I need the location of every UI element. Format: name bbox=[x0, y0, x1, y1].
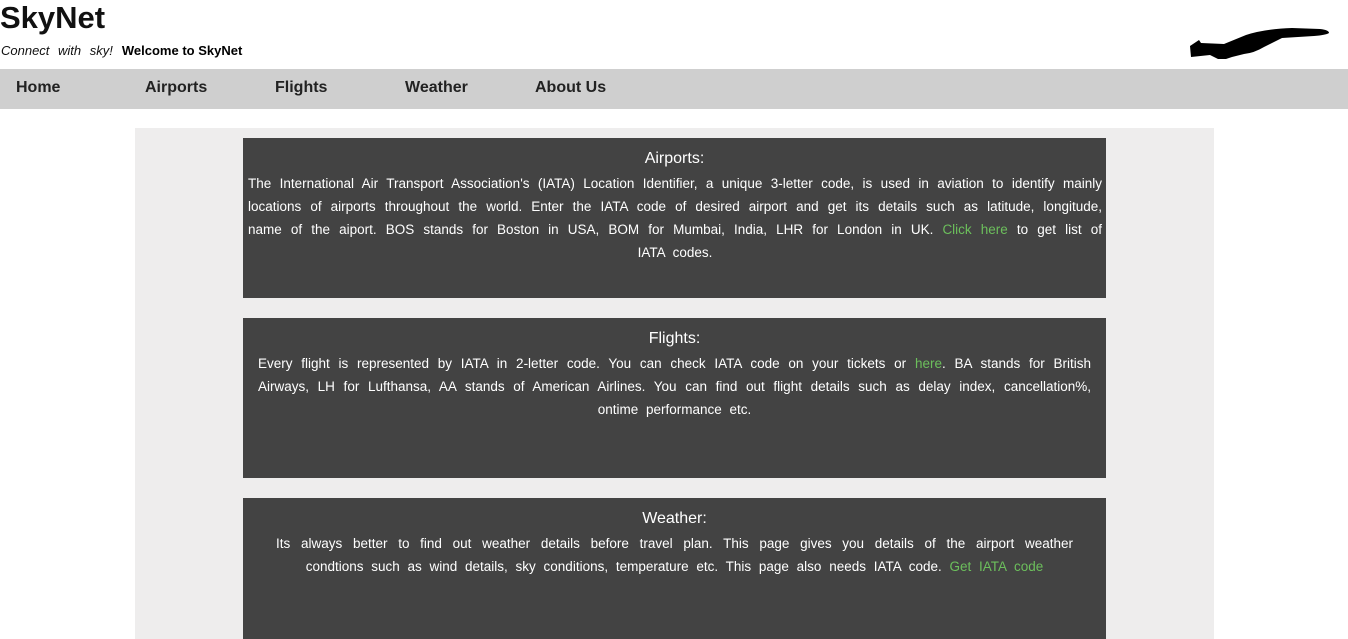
flights-description: Every flight is represented by IATA in 2… bbox=[258, 356, 915, 371]
airplane-icon bbox=[1190, 28, 1329, 59]
site-title: SkyNet bbox=[0, 0, 106, 35]
airports-card-text: The International Air Transport Associat… bbox=[243, 172, 1106, 264]
tagline: Connect with sky! bbox=[1, 43, 113, 58]
site-header: SkyNet Connect with sky! Welcome to SkyNe… bbox=[0, 0, 1348, 69]
flights-card-text: Every flight is represented by IATA in 2… bbox=[243, 352, 1106, 421]
weather-card: Weather: Its always better to find out w… bbox=[243, 498, 1106, 639]
airline-codes-link[interactable]: here bbox=[915, 356, 942, 371]
iata-list-link[interactable]: Click here bbox=[942, 222, 1007, 237]
main-nav: Home Airports Flights Weather About Us bbox=[0, 69, 1348, 109]
nav-weather[interactable]: Weather bbox=[405, 79, 468, 97]
welcome-message: Welcome to SkyNet bbox=[121, 43, 243, 58]
flights-card-title: Flights: bbox=[648, 330, 701, 347]
tagline-row: Connect with sky! Welcome to SkyNet bbox=[1, 43, 242, 59]
airports-card: Airports: The International Air Transpor… bbox=[243, 138, 1106, 298]
airports-card-title: Airports: bbox=[644, 150, 705, 167]
nav-about-us[interactable]: About Us bbox=[535, 79, 606, 97]
nav-airports[interactable]: Airports bbox=[145, 79, 207, 97]
nav-flights[interactable]: Flights bbox=[275, 79, 327, 97]
get-iata-code-link[interactable]: Get IATA code bbox=[950, 559, 1044, 574]
main-content: Airports: The International Air Transpor… bbox=[135, 128, 1214, 639]
nav-home[interactable]: Home bbox=[16, 79, 60, 97]
weather-card-title: Weather: bbox=[642, 510, 707, 527]
flights-card: Flights: Every flight is represented by … bbox=[243, 318, 1106, 478]
weather-card-text: Its always better to find out weather de… bbox=[243, 532, 1106, 578]
